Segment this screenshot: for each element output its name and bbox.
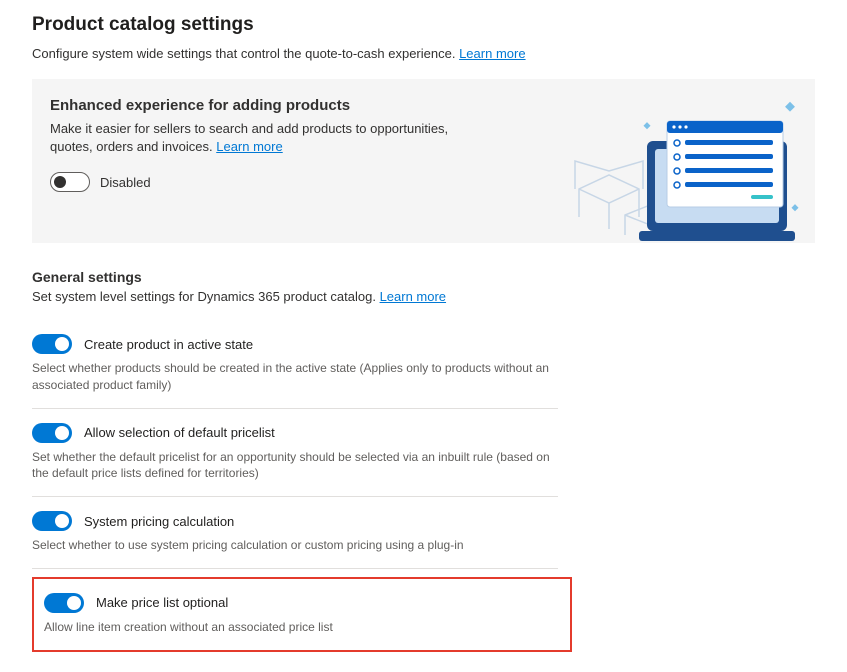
page-title: Product catalog settings xyxy=(32,14,815,36)
default-pricelist-description: Set whether the default pricelist for an… xyxy=(32,449,558,483)
general-learn-more-link[interactable]: Learn more xyxy=(380,289,446,304)
enhanced-toggle-label: Disabled xyxy=(100,175,151,190)
enhanced-description: Make it easier for sellers to search and… xyxy=(50,120,480,156)
setting-create-product-active: Create product in active state Select wh… xyxy=(32,320,558,409)
general-description-text: Set system level settings for Dynamics 3… xyxy=(32,289,376,304)
page-description-text: Configure system wide settings that cont… xyxy=(32,46,455,61)
price-list-optional-toggle[interactable] xyxy=(44,593,84,613)
general-settings-title: General settings xyxy=(32,269,815,285)
enhanced-illustration xyxy=(561,97,801,243)
enhanced-learn-more-link[interactable]: Learn more xyxy=(216,139,282,154)
default-pricelist-label: Allow selection of default pricelist xyxy=(84,425,275,440)
system-pricing-toggle[interactable] xyxy=(32,511,72,531)
system-pricing-label: System pricing calculation xyxy=(84,514,234,529)
create-product-active-label: Create product in active state xyxy=(84,337,253,352)
setting-price-list-optional: Make price list optional Allow line item… xyxy=(32,577,572,652)
enhanced-toggle[interactable] xyxy=(50,172,90,192)
default-pricelist-toggle[interactable] xyxy=(32,423,72,443)
enhanced-experience-card: Enhanced experience for adding products … xyxy=(32,79,815,243)
price-list-optional-label: Make price list optional xyxy=(96,595,228,610)
setting-default-pricelist: Allow selection of default pricelist Set… xyxy=(32,409,558,498)
general-settings-description: Set system level settings for Dynamics 3… xyxy=(32,289,815,304)
page-learn-more-link[interactable]: Learn more xyxy=(459,46,525,61)
enhanced-title: Enhanced experience for adding products xyxy=(50,97,480,114)
create-product-active-description: Select whether products should be create… xyxy=(32,360,558,394)
page-description: Configure system wide settings that cont… xyxy=(32,46,815,61)
create-product-active-toggle[interactable] xyxy=(32,334,72,354)
system-pricing-description: Select whether to use system pricing cal… xyxy=(32,537,558,554)
setting-system-pricing: System pricing calculation Select whethe… xyxy=(32,497,558,569)
price-list-optional-description: Allow line item creation without an asso… xyxy=(44,619,560,636)
